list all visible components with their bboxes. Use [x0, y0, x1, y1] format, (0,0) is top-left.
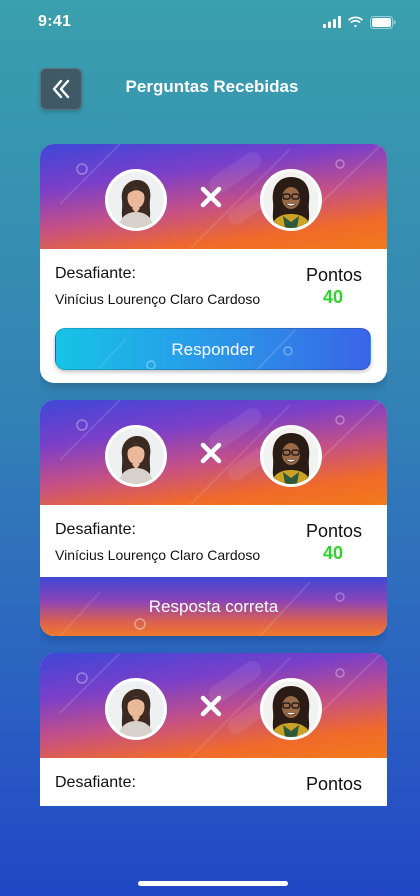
challenger-name: Vinícius Lourenço Claro Cardoso — [55, 547, 261, 563]
card-info: Desafiante: Vinícius Lourenço Claro Card… — [40, 505, 387, 577]
card-banner — [40, 144, 387, 249]
question-card[interactable]: Desafiante: Vinícius Lourenço Claro Card… — [40, 400, 387, 636]
avatar-man-icon — [263, 428, 319, 484]
challenger-label: Desafiante: — [55, 265, 136, 282]
status-icons — [323, 15, 396, 29]
card-info: Desafiante: Vinícius Lourenço Claro Card… — [40, 249, 387, 321]
versus-x-icon — [200, 186, 222, 208]
avatar-woman-icon — [108, 681, 164, 737]
avatar-man-icon — [263, 172, 319, 228]
points-label: Pontos — [305, 265, 362, 285]
points-value: 40 — [322, 543, 343, 563]
status-bar: 9:41 — [0, 0, 420, 44]
status-time: 9:41 — [38, 13, 72, 30]
challenger-name: Vinícius Lourenço Claro Cardoso — [55, 291, 261, 307]
signal-icon — [323, 16, 341, 28]
versus-x-icon — [200, 442, 222, 464]
avatar-man-icon — [263, 681, 319, 737]
home-indicator — [138, 881, 288, 886]
challenger-label: Desafiante: — [55, 774, 136, 791]
respond-button-label: Responder — [171, 340, 255, 359]
battery-icon — [370, 15, 396, 29]
question-card[interactable]: Desafiante: Vinícius Lourenço Claro Card… — [40, 144, 387, 383]
avatar-woman-icon — [108, 172, 164, 228]
header: Perguntas Recebidas — [0, 68, 420, 110]
card-banner — [40, 400, 387, 505]
avatar-challenger — [260, 425, 322, 487]
points-label: Pontos — [305, 774, 362, 794]
points-label: Pontos — [305, 521, 362, 541]
avatar-challenger — [260, 169, 322, 231]
avatar-challenged — [105, 169, 167, 231]
points-value: 40 — [322, 287, 343, 307]
avatar-challenged — [105, 678, 167, 740]
result-label: Resposta correta — [148, 597, 279, 616]
questions-list[interactable]: Desafiante: Vinícius Lourenço Claro Card… — [40, 144, 387, 806]
answer-result-bar: Resposta correta — [40, 577, 387, 636]
avatar-challenger — [260, 678, 322, 740]
challenger-label: Desafiante: — [55, 521, 136, 538]
page-title: Perguntas Recebidas — [125, 77, 299, 96]
question-card[interactable]: Desafiante: Pontos — [40, 653, 387, 806]
versus-x-icon — [200, 695, 222, 717]
avatar-woman-icon — [108, 428, 164, 484]
wifi-icon — [347, 16, 364, 28]
respond-button[interactable]: Responder — [55, 328, 371, 370]
avatar-challenged — [105, 425, 167, 487]
card-info: Desafiante: Pontos — [40, 758, 387, 806]
card-banner — [40, 653, 387, 758]
card-action-area: Responder — [40, 321, 387, 383]
